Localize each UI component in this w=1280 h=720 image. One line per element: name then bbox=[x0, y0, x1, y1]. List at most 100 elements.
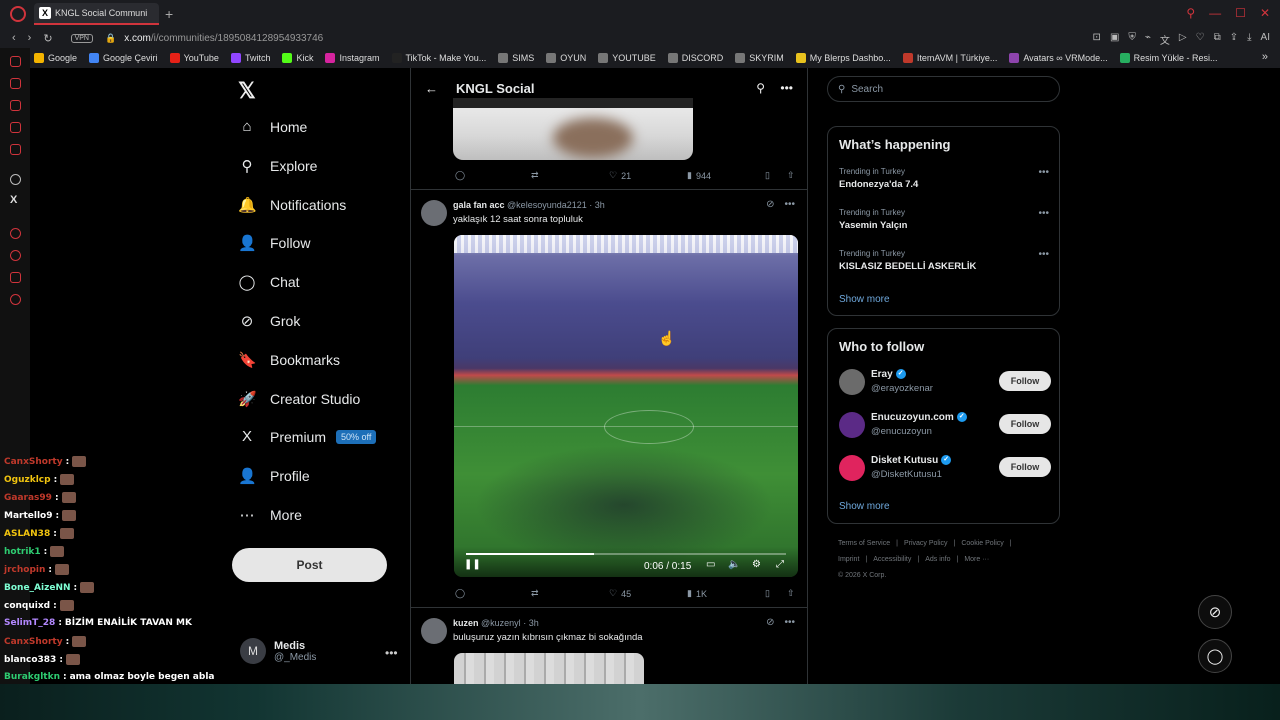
nav-item-more[interactable]: ⋯ More bbox=[238, 506, 302, 524]
bookmark-item[interactable]: Google bbox=[34, 53, 77, 63]
share-icon[interactable]: ⇪ bbox=[1230, 32, 1238, 47]
sidebar-extensions-icon[interactable] bbox=[10, 272, 21, 283]
video-player[interactable]: ❚❚ 0:06 / 0:15 ▭ 🔈 ⚙ ⤢ bbox=[454, 235, 798, 577]
more-options-icon[interactable]: ••• bbox=[1038, 167, 1049, 178]
share-icon[interactable]: ⇧ bbox=[787, 588, 795, 599]
views-button[interactable]: ▮ 1K bbox=[687, 588, 707, 599]
grok-fab-icon[interactable]: ⊘ bbox=[1198, 595, 1232, 629]
chat-username[interactable]: Martello9 bbox=[4, 511, 53, 521]
pause-icon[interactable]: ❚❚ bbox=[464, 559, 481, 570]
chat-username[interactable]: Oguzklcp bbox=[4, 475, 51, 485]
vpn-badge[interactable]: VPN bbox=[70, 33, 93, 43]
search-tabs-icon[interactable]: ⚲ bbox=[1186, 6, 1195, 20]
back-arrow-icon[interactable]: ← bbox=[425, 81, 438, 96]
avatar[interactable] bbox=[421, 618, 447, 644]
chat-username[interactable]: hotrik1 bbox=[4, 547, 41, 557]
bookmark-item[interactable]: Kick bbox=[282, 53, 313, 63]
avatar[interactable] bbox=[839, 455, 865, 481]
bookmark-item[interactable]: OYUN bbox=[546, 53, 586, 63]
tweet-time[interactable]: · 3h bbox=[589, 200, 605, 210]
bookmark-item[interactable]: Avatars ∞ VRMode... bbox=[1009, 53, 1108, 63]
tweet-author-handle[interactable]: @kuzenyl bbox=[481, 618, 521, 628]
post-button[interactable]: Post bbox=[232, 548, 387, 582]
trend-item[interactable]: Trending in Turkey Endonezya'da 7.4 ••• bbox=[839, 167, 1049, 190]
back-button[interactable]: ‹ bbox=[12, 32, 16, 44]
tweet-author-name[interactable]: kuzen bbox=[453, 618, 479, 628]
puzzle-icon[interactable]: ⧉ bbox=[1214, 32, 1221, 47]
follow-suggestion[interactable]: Eray ✓ @erayozkenar Follow bbox=[839, 367, 1051, 397]
footer-link[interactable]: More ··· bbox=[964, 556, 989, 563]
chat-username[interactable]: CanxShorty bbox=[4, 637, 63, 647]
reply-icon[interactable]: ◯ bbox=[455, 170, 465, 181]
repost-icon[interactable]: ⇄ bbox=[531, 170, 539, 181]
nav-item-follow[interactable]: 👤 Follow bbox=[238, 234, 310, 252]
bookmark-item[interactable]: YouTube bbox=[169, 53, 219, 63]
wallet-icon[interactable]: ⌁ bbox=[1145, 32, 1151, 47]
follow-button[interactable]: Follow bbox=[999, 414, 1051, 434]
like-button[interactable]: ♡ 45 bbox=[609, 588, 631, 599]
more-options-icon[interactable]: ••• bbox=[784, 199, 795, 210]
views-button[interactable]: ▮ 944 bbox=[687, 170, 711, 181]
reload-button[interactable]: ↻ bbox=[43, 32, 52, 45]
nav-item-premium[interactable]: X Premium 50% off bbox=[238, 428, 377, 445]
account-switcher[interactable]: M Medis @_Medis bbox=[240, 638, 316, 664]
bookmark-item[interactable]: ItemAVM | Türkiye... bbox=[902, 53, 997, 63]
sidebar-telegram-icon[interactable] bbox=[10, 100, 21, 111]
heart-icon[interactable]: ♡ bbox=[1196, 32, 1205, 47]
minimize-button[interactable]: — bbox=[1209, 6, 1221, 20]
tweet-time[interactable]: · 3h bbox=[523, 618, 539, 628]
bookmark-item[interactable]: Resim Yükle - Resi... bbox=[1119, 53, 1218, 63]
nav-item-creator-studio[interactable]: 🚀 Creator Studio bbox=[238, 390, 360, 408]
shield-icon[interactable]: ⛨ bbox=[1128, 32, 1136, 47]
forward-button[interactable]: › bbox=[28, 32, 32, 44]
show-more-link[interactable]: Show more bbox=[839, 501, 890, 512]
trend-item[interactable]: Trending in Turkey KISLASIZ BEDELLİ ASKER… bbox=[839, 249, 1049, 272]
fullscreen-icon[interactable]: ⤢ bbox=[776, 559, 784, 570]
more-options-icon[interactable]: ••• bbox=[784, 617, 795, 628]
x-logo-icon[interactable]: 𝕏 bbox=[238, 78, 256, 104]
download-icon[interactable]: ⤓ bbox=[1247, 32, 1251, 47]
footer-link[interactable]: Accessibility bbox=[873, 556, 911, 563]
chat-username[interactable]: ASLAN38 bbox=[4, 529, 50, 539]
follow-suggestion[interactable]: Disket Kutusu ✓ @DisketKutusu1 Follow bbox=[839, 453, 1051, 483]
pin-icon[interactable]: ⊡ bbox=[1093, 32, 1101, 47]
chat-username[interactable]: jrchopin bbox=[4, 565, 45, 575]
chat-username[interactable]: conquixd bbox=[4, 601, 50, 611]
volume-icon[interactable]: 🔈 bbox=[728, 559, 740, 570]
share-icon[interactable]: ⇧ bbox=[787, 170, 795, 181]
sidebar-history-icon[interactable] bbox=[10, 228, 21, 239]
sidebar-settings-icon[interactable] bbox=[10, 294, 21, 305]
footer-link[interactable]: Terms of Service bbox=[838, 540, 890, 547]
footer-link[interactable]: Cookie Policy bbox=[961, 540, 1003, 547]
tweet-author-handle[interactable]: @kelesoyunda2121 bbox=[507, 200, 587, 210]
footer-link[interactable]: Imprint bbox=[838, 556, 859, 563]
maximize-button[interactable]: ☐ bbox=[1235, 6, 1246, 20]
tweet-author-name[interactable]: gala fan acc bbox=[453, 200, 505, 210]
nav-item-explore[interactable]: ⚲ Explore bbox=[238, 157, 318, 175]
bookmark-item[interactable]: Instagram bbox=[325, 53, 380, 63]
bookmark-item[interactable]: Twitch bbox=[230, 53, 270, 63]
bookmark-icon[interactable]: ▯ bbox=[765, 588, 770, 599]
snapshot-icon[interactable]: ▣ bbox=[1110, 32, 1119, 47]
follow-suggestion[interactable]: Enucuzoyun.com ✓ @enucuzoyun Follow bbox=[839, 410, 1051, 440]
bookmark-item[interactable]: My Blerps Dashbo... bbox=[795, 53, 891, 63]
grok-icon[interactable]: ⊘ bbox=[766, 199, 774, 210]
repost-icon[interactable]: ⇄ bbox=[531, 588, 539, 599]
footer-link[interactable]: © 2026 X Corp. bbox=[838, 572, 886, 579]
nav-item-notifications[interactable]: 🔔 Notifications bbox=[238, 196, 346, 214]
reply-icon[interactable]: ◯ bbox=[455, 588, 465, 599]
chat-username[interactable]: Gaaras99 bbox=[4, 493, 52, 503]
chat-fab-icon[interactable]: ◯ bbox=[1198, 639, 1232, 673]
nav-item-grok[interactable]: ⊘ Grok bbox=[238, 312, 301, 330]
nav-item-chat[interactable]: ◯ Chat bbox=[238, 273, 300, 291]
show-more-link[interactable]: Show more bbox=[839, 294, 890, 305]
footer-link[interactable]: Ads info bbox=[925, 556, 950, 563]
bookmark-item[interactable]: TikTok - Make You... bbox=[391, 53, 486, 63]
chat-username[interactable]: Burakgltkn bbox=[4, 672, 60, 682]
chat-username[interactable]: SelimT_28 bbox=[4, 618, 55, 628]
more-options-icon[interactable]: ••• bbox=[780, 81, 793, 95]
grok-icon[interactable]: ⊘ bbox=[766, 617, 774, 628]
sidebar-clock-icon[interactable] bbox=[10, 250, 21, 261]
sidebar-music-icon[interactable] bbox=[10, 144, 21, 155]
lock-icon[interactable]: 🔒 bbox=[105, 33, 116, 44]
